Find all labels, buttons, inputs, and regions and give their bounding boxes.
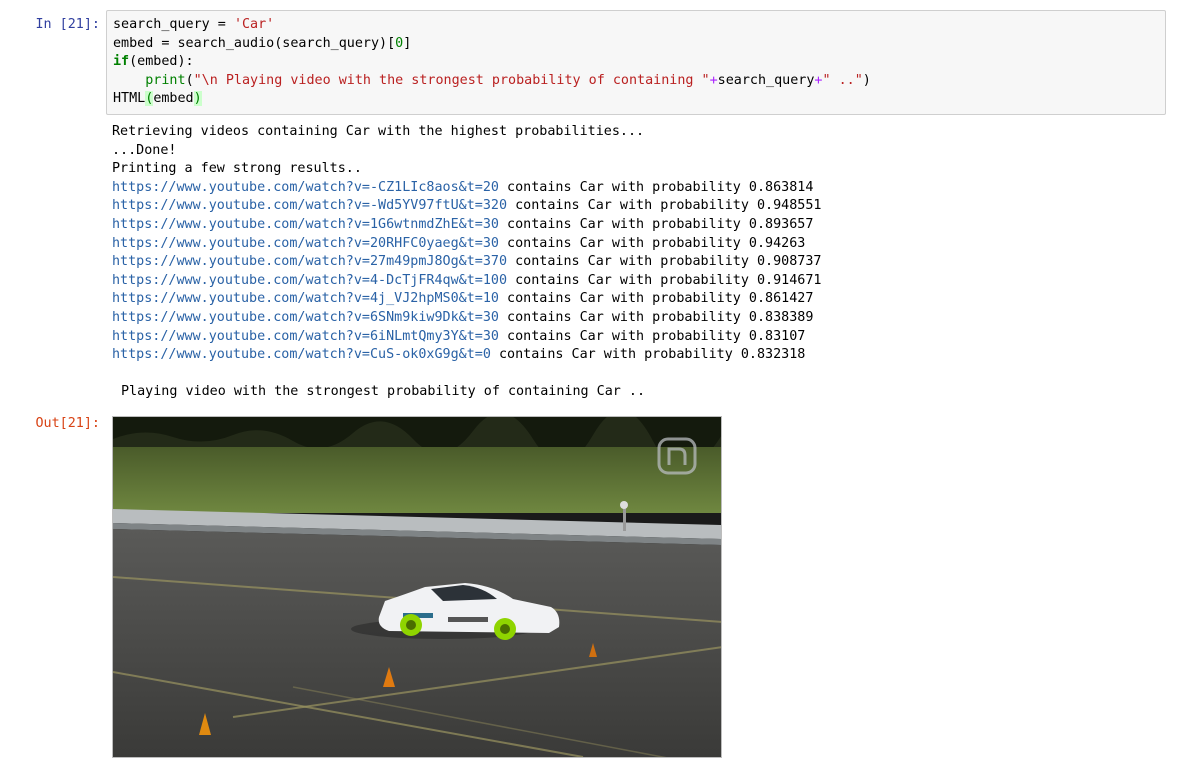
cell-stdout: Retrieving videos containing Car with th… (112, 123, 1172, 365)
output-line: Retrieving videos containing Car with th… (112, 124, 645, 139)
output-line: Printing a few strong results.. (112, 161, 362, 177)
code-line-4: print("\n Playing video with the stronge… (145, 72, 871, 88)
result-row: https://www.youtube.com/watch?v=6SNm9kiw… (112, 309, 814, 325)
result-link[interactable]: https://www.youtube.com/watch?v=1G6wtnmd… (112, 217, 499, 232)
code-line-1: search_query = 'Car' (113, 17, 275, 32)
result-row: https://www.youtube.com/watch?v=CuS-ok0x… (112, 347, 806, 363)
result-row: https://www.youtube.com/watch?v=1G6wtnmd… (112, 216, 814, 232)
result-link[interactable]: https://www.youtube.com/watch?v=4-DcTjFR… (112, 273, 507, 288)
embedded-video[interactable] (112, 416, 722, 758)
result-link[interactable]: https://www.youtube.com/watch?v=6iNLmtQm… (112, 329, 499, 344)
result-row: https://www.youtube.com/watch?v=27m49pmJ… (112, 254, 822, 270)
playing-message: Playing video with the strongest probabi… (121, 384, 646, 399)
input-prompt: In [21]: (35, 17, 101, 32)
result-link[interactable]: https://www.youtube.com/watch?v=4j_VJ2hp… (112, 291, 499, 306)
result-link[interactable]: https://www.youtube.com/watch?v=-Wd5YV97… (112, 198, 507, 213)
output-line: ...Done! (112, 142, 177, 158)
code-cell-input[interactable]: search_query = 'Car' embed = search_audi… (106, 10, 1166, 115)
result-row: https://www.youtube.com/watch?v=4j_VJ2hp… (112, 291, 814, 307)
code-line-5: HTML(embed) (113, 91, 202, 107)
result-link[interactable]: https://www.youtube.com/watch?v=CuS-ok0x… (112, 347, 491, 362)
result-link[interactable]: https://www.youtube.com/watch?v=27m49pmJ… (112, 254, 507, 269)
result-row: https://www.youtube.com/watch?v=-Wd5YV97… (112, 198, 822, 214)
video-frame (113, 417, 721, 757)
result-link[interactable]: https://www.youtube.com/watch?v=-CZ1LIc8… (112, 180, 499, 195)
result-row: https://www.youtube.com/watch?v=-CZ1LIc8… (112, 179, 814, 195)
result-row: https://www.youtube.com/watch?v=6iNLmtQm… (112, 328, 806, 344)
result-link[interactable]: https://www.youtube.com/watch?v=20RHFC0y… (112, 236, 499, 251)
code-line-2: embed = search_audio(search_query)[0] (113, 35, 412, 51)
result-row: https://www.youtube.com/watch?v=20RHFC0y… (112, 235, 806, 251)
code-line-3: if(embed): (113, 54, 194, 70)
result-link[interactable]: https://www.youtube.com/watch?v=6SNm9kiw… (112, 310, 499, 325)
result-row: https://www.youtube.com/watch?v=4-DcTjFR… (112, 272, 822, 288)
output-prompt: Out[21]: (35, 416, 101, 431)
